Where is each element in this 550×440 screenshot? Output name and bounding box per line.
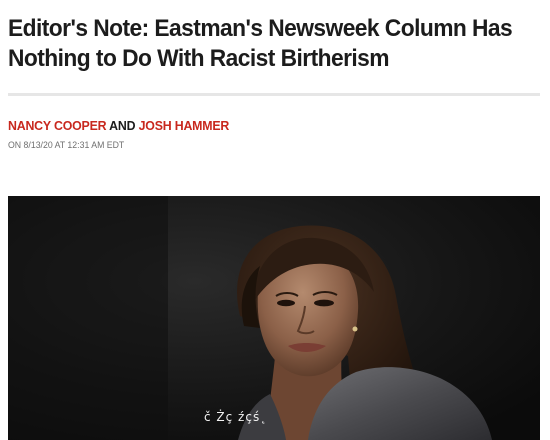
byline: NANCY COOPER AND JOSH HAMMER [8, 118, 229, 133]
portrait-illustration [8, 196, 540, 440]
photo-overlay-text: č Żç źçś˛ [204, 410, 268, 424]
headline-line-1: Editor's Note: Eastman's Newsweek Column… [8, 15, 513, 42]
article-photo[interactable]: č Żç źçś˛ [8, 196, 540, 440]
article-headline: Editor's Note: Eastman's Newsweek Column… [8, 14, 513, 74]
headline-line-2: Nothing to Do With Racist Birtherism [8, 45, 390, 72]
article: Editor's Note: Eastman's Newsweek Column… [0, 0, 550, 440]
headline-divider [8, 93, 540, 96]
publish-date: ON 8/13/20 AT 12:31 AM EDT [8, 140, 125, 151]
byline-conjunction: AND [109, 118, 136, 133]
author-link-josh-hammer[interactable]: JOSH HAMMER [139, 118, 230, 133]
author-link-nancy-cooper[interactable]: NANCY COOPER [8, 118, 107, 133]
